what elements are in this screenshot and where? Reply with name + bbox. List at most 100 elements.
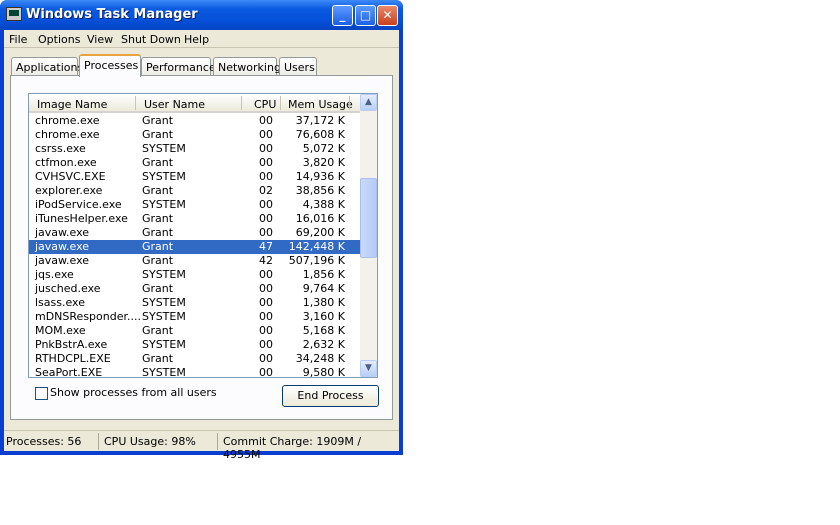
process-mem: 9,580 K xyxy=(302,366,345,378)
process-mem: 142,448 K xyxy=(288,240,345,253)
process-list[interactable]: Image Name User Name CPU Mem Usage chrom… xyxy=(28,93,378,378)
process-cpu: 02 xyxy=(259,184,273,197)
process-mem: 5,168 K xyxy=(302,324,345,337)
process-row[interactable]: RTHDCPL.EXE Grant 00 34,248 K xyxy=(29,352,361,366)
process-user: SYSTEM xyxy=(142,310,186,323)
process-user: Grant xyxy=(142,156,174,169)
process-user: SYSTEM xyxy=(142,366,186,378)
process-mem: 3,820 K xyxy=(302,156,345,169)
process-cpu: 00 xyxy=(259,338,273,351)
process-mem: 1,856 K xyxy=(302,268,345,281)
process-row[interactable]: javaw.exe Grant 42 507,196 K xyxy=(29,254,361,268)
status-commit-charge: Commit Charge: 1909M / 4955M xyxy=(223,435,362,461)
end-process-button[interactable]: End Process xyxy=(282,385,379,407)
process-mem: 507,196 K xyxy=(288,254,345,267)
process-row[interactable]: explorer.exe Grant 02 38,856 K xyxy=(29,184,361,198)
process-name: javaw.exe xyxy=(35,240,90,253)
title-bar[interactable]: Windows Task Manager _ □ ✕ xyxy=(0,0,403,30)
process-mem: 16,016 K xyxy=(295,212,345,225)
process-user: SYSTEM xyxy=(142,198,186,211)
process-mem: 1,380 K xyxy=(302,296,345,309)
process-cpu: 00 xyxy=(259,128,273,141)
menu-options[interactable]: Options xyxy=(38,33,80,46)
process-user: Grant xyxy=(142,212,174,225)
process-row[interactable]: mDNSResponder.... SYSTEM 00 3,160 K xyxy=(29,310,361,324)
process-row[interactable]: PnkBstrA.exe SYSTEM 00 2,632 K xyxy=(29,338,361,352)
column-divider[interactable] xyxy=(280,96,281,110)
process-cpu: 00 xyxy=(259,296,273,309)
process-name: MOM.exe xyxy=(35,324,86,337)
tab-users[interactable]: Users xyxy=(279,57,317,76)
process-user: Grant xyxy=(142,282,174,295)
process-mem: 4,388 K xyxy=(302,198,345,211)
tab-applications[interactable]: Applications xyxy=(11,57,83,76)
show-all-users-label[interactable]: Show processes from all users xyxy=(50,386,217,399)
process-name: javaw.exe xyxy=(35,254,90,267)
process-name: RTHDCPL.EXE xyxy=(35,352,111,365)
process-row[interactable]: SeaPort.EXE SYSTEM 00 9,580 K xyxy=(29,366,361,378)
column-mem-usage[interactable]: Mem Usage xyxy=(288,98,353,111)
process-cpu: 47 xyxy=(259,240,273,253)
menu-file[interactable]: File xyxy=(9,33,27,46)
process-row[interactable]: chrome.exe Grant 00 76,608 K xyxy=(29,128,361,142)
process-row[interactable]: CVHSVC.EXE SYSTEM 00 14,936 K xyxy=(29,170,361,184)
process-row[interactable]: javaw.exe Grant 00 69,200 K xyxy=(29,226,361,240)
column-user-name[interactable]: User Name xyxy=(144,98,205,111)
process-row[interactable]: iTunesHelper.exe Grant 00 16,016 K xyxy=(29,212,361,226)
minimize-button[interactable]: _ xyxy=(332,5,353,26)
process-mem: 37,172 K xyxy=(295,114,345,127)
task-manager-icon xyxy=(6,7,22,21)
process-name: chrome.exe xyxy=(35,128,100,141)
process-name: lsass.exe xyxy=(35,296,85,309)
process-rows: chrome.exe Grant 00 37,172 K chrome.exe Grant… xyxy=(29,114,361,378)
menu-shut-down[interactable]: Shut Down xyxy=(121,33,181,46)
processes-panel: Image Name User Name CPU Mem Usage chrom… xyxy=(10,75,393,420)
menu-view[interactable]: View xyxy=(87,33,113,46)
process-name: javaw.exe xyxy=(35,226,90,239)
column-image-name[interactable]: Image Name xyxy=(37,98,107,111)
process-cpu: 00 xyxy=(259,352,273,365)
process-row[interactable]: javaw.exe Grant 47 142,448 K xyxy=(29,240,361,254)
process-user: Grant xyxy=(142,114,174,127)
process-name: jusched.exe xyxy=(35,282,101,295)
column-divider[interactable] xyxy=(241,96,242,110)
show-all-users-checkbox[interactable] xyxy=(35,387,48,400)
process-user: Grant xyxy=(142,352,174,365)
column-divider[interactable] xyxy=(135,96,136,110)
menu-help[interactable]: Help xyxy=(184,33,209,46)
process-row[interactable]: lsass.exe SYSTEM 00 1,380 K xyxy=(29,296,361,310)
process-row[interactable]: chrome.exe Grant 00 37,172 K xyxy=(29,114,361,128)
scroll-up-icon[interactable]: ▲ xyxy=(360,94,377,111)
scroll-down-icon[interactable]: ▼ xyxy=(360,360,377,377)
process-row[interactable]: csrss.exe SYSTEM 00 5,072 K xyxy=(29,142,361,156)
status-bar: Processes: 56 CPU Usage: 98% Commit Char… xyxy=(4,430,399,461)
process-cpu: 00 xyxy=(259,114,273,127)
maximize-button[interactable]: □ xyxy=(355,5,376,26)
process-mem: 9,764 K xyxy=(302,282,345,295)
tab-networking[interactable]: Networking xyxy=(213,57,281,76)
process-cpu: 00 xyxy=(259,324,273,337)
process-cpu: 00 xyxy=(259,282,273,295)
process-row[interactable]: jqs.exe SYSTEM 00 1,856 K xyxy=(29,268,361,282)
process-mem: 14,936 K xyxy=(295,170,345,183)
process-user: Grant xyxy=(142,128,174,141)
process-user: Grant xyxy=(142,254,174,267)
vertical-scrollbar[interactable]: ▲ ▼ xyxy=(360,94,377,377)
process-row[interactable]: jusched.exe Grant 00 9,764 K xyxy=(29,282,361,296)
close-button[interactable]: ✕ xyxy=(377,5,398,26)
process-user: Grant xyxy=(142,226,174,239)
process-user: Grant xyxy=(142,240,174,253)
scroll-thumb[interactable] xyxy=(360,178,377,258)
tab-performance[interactable]: Performance xyxy=(141,57,216,76)
window-title: Windows Task Manager xyxy=(26,7,198,22)
column-divider[interactable] xyxy=(349,96,350,110)
tab-processes[interactable]: Processes xyxy=(79,54,141,77)
process-name: csrss.exe xyxy=(35,142,86,155)
process-cpu: 00 xyxy=(259,226,273,239)
process-row[interactable]: ctfmon.exe Grant 00 3,820 K xyxy=(29,156,361,170)
process-row[interactable]: iPodService.exe SYSTEM 00 4,388 K xyxy=(29,198,361,212)
process-user: SYSTEM xyxy=(142,142,186,155)
process-row[interactable]: MOM.exe Grant 00 5,168 K xyxy=(29,324,361,338)
column-cpu[interactable]: CPU xyxy=(254,98,276,111)
process-name: CVHSVC.EXE xyxy=(35,170,106,183)
